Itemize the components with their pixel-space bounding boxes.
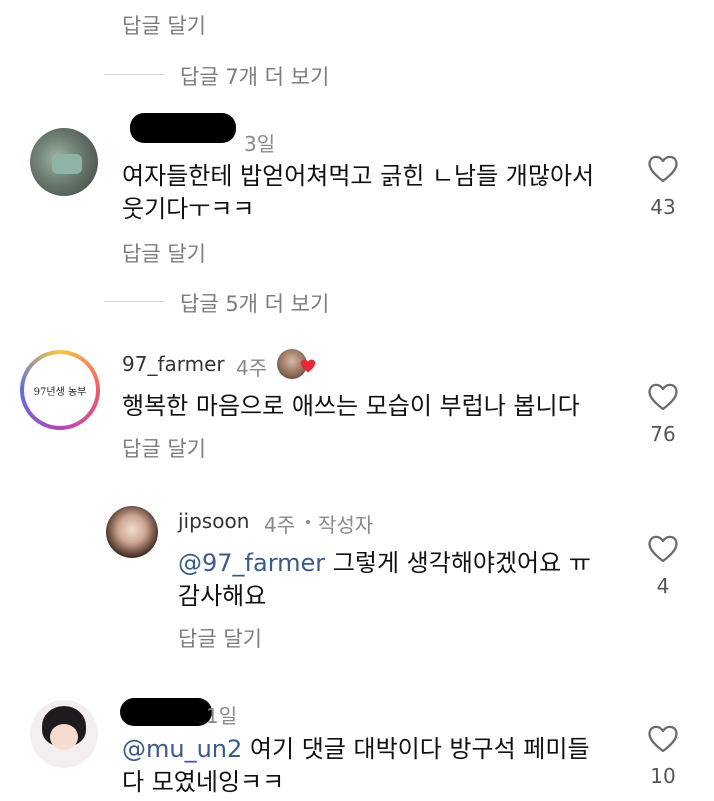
like-count: 10 [650,764,676,788]
heart-outline-icon[interactable] [647,154,679,184]
reply-text-line: @97_farmer 그렇게 생각해야겠어요 ㅠ [178,547,618,580]
reply-button[interactable]: 답글 달기 [122,433,206,463]
comment-text: @mu_un2 여기 댓글 대박이다 방구석 페미들 다 모였네잉ㅋㅋ [122,733,622,799]
reply-button[interactable]: 답글 달기 [122,238,206,268]
comment-time: 4주 [236,356,268,380]
heart-outline-icon[interactable] [647,534,679,564]
like-count: 43 [650,195,676,219]
thread-divider [104,301,164,302]
heart-outline-icon[interactable] [647,382,679,412]
avatar[interactable] [106,506,158,558]
meta-separator-dot [306,520,310,524]
comment-text-line: 다 모였네잉ㅋㅋ [122,768,285,796]
comment-text-line: 웃기다ㅜㅋㅋ [122,195,255,223]
like-count: 4 [656,574,670,598]
redacted-username [130,113,236,143]
like-count: 76 [650,422,676,446]
comment-text: 여자들한테 밥얻어쳐먹고 긁힌 ㄴ남들 개많아서 웃기다ㅜㅋㅋ [122,160,642,226]
view-replies-button[interactable]: 답글 5개 더 보기 [180,288,329,318]
reply-button[interactable]: 답글 달기 [178,623,262,653]
reply-text-line: 감사해요 [178,582,267,610]
avatar-face [50,724,78,750]
comment-text-line: 여자들한테 밥얻어쳐먹고 긁힌 ㄴ남들 개많아서 [122,162,595,190]
avatar[interactable]: 97년생 농부 [20,350,100,430]
reply-time: 4주 [264,513,296,537]
reply-username[interactable]: jipsoon [178,509,249,533]
avatar[interactable] [30,128,98,196]
comment-time: 1일 [206,704,238,728]
avatar-mask-detail [52,154,82,174]
author-badge: 작성자 [318,513,374,537]
reply-text-span: 그렇게 생각해야겠어요 ㅠ [325,549,591,577]
mention-link[interactable]: @mu_un2 [122,735,242,763]
avatar-logo-text: 97년생 농부 [24,354,96,426]
comment-time: 3일 [244,132,276,156]
redacted-username [120,698,212,726]
mention-link[interactable]: @97_farmer [178,549,325,577]
comment-username[interactable]: 97_farmer [122,352,225,376]
heart-outline-icon[interactable] [647,724,679,754]
comment-text-line: @mu_un2 여기 댓글 대박이다 방구석 페미들 [122,733,622,766]
heart-reaction-icon [299,358,317,378]
thread-divider [104,74,164,75]
reply-button-top[interactable]: 답글 달기 [122,10,206,40]
avatar[interactable] [30,700,98,768]
comment-text: 행복한 마음으로 애쓰는 모습이 부럽나 봅니다 [122,392,580,420]
view-replies-button[interactable]: 답글 7개 더 보기 [180,61,329,91]
reply-text: @97_farmer 그렇게 생각해야겠어요 ㅠ 감사해요 [178,547,618,613]
comment-text-span: 여기 댓글 대박이다 방구석 페미들 [242,735,590,763]
